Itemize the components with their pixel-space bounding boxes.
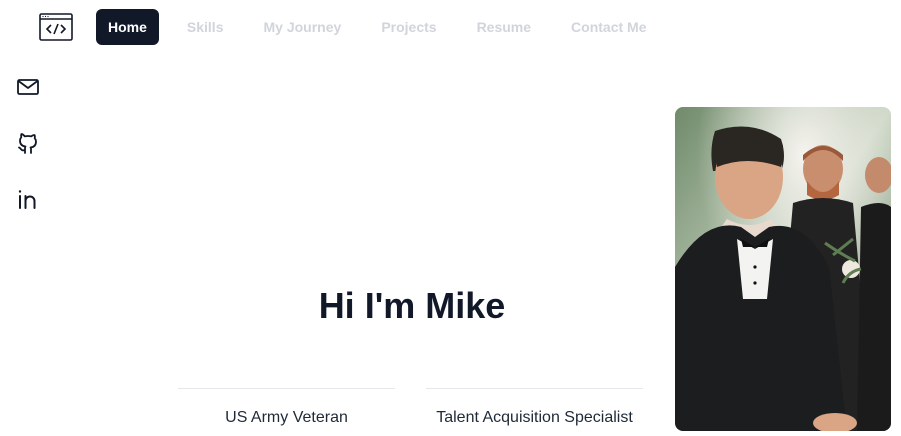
nav-resume[interactable]: Resume [477,9,531,45]
role-label: Talent Acquisition Specialist [436,409,633,426]
role-label: US Army Veteran [225,409,348,426]
nav-home[interactable]: Home [96,9,159,45]
linkedin-icon[interactable] [16,187,40,211]
nav-contact-me[interactable]: Contact Me [571,9,646,45]
role-card-veteran: US Army Veteran [178,388,395,436]
nav-my-journey[interactable]: My Journey [264,9,342,45]
code-window-icon[interactable] [39,13,73,41]
hero-headline: Hi I'm Mike [318,285,506,326]
nav-skills[interactable]: Skills [187,9,224,45]
github-icon[interactable] [16,131,40,155]
nav-projects[interactable]: Projects [381,9,436,45]
profile-photo [675,107,891,431]
mail-icon[interactable] [16,75,40,99]
main-nav: Home Skills My Journey Projects Resume C… [96,9,686,45]
role-card-talent: Talent Acquisition Specialist [426,388,643,436]
